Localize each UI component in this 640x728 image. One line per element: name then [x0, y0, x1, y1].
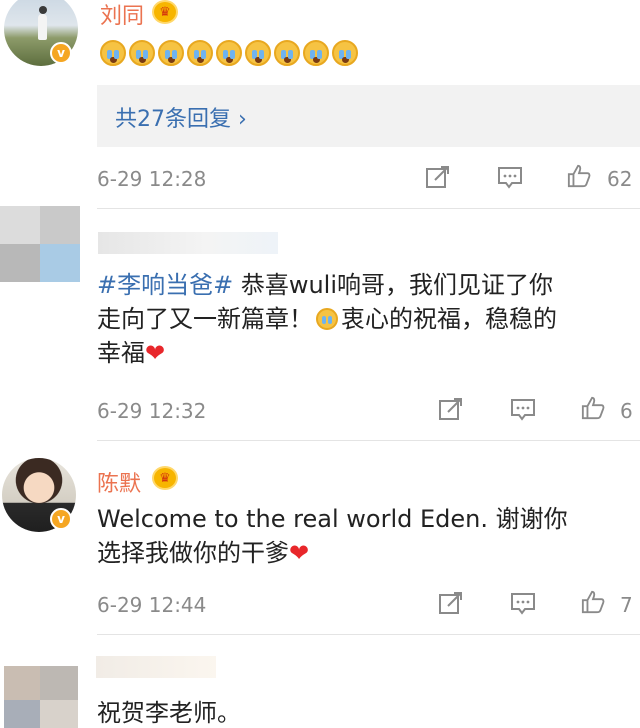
view-replies-button[interactable]: 共27条回复 › — [97, 85, 640, 147]
blurred-avatar-piece — [40, 244, 80, 282]
comment-body: 祝贺李老师。 — [97, 699, 241, 727]
crying-emoji-icon — [158, 40, 184, 66]
verified-badge-icon: v — [50, 508, 72, 530]
comment-body: Welcome to the real world Eden. 谢谢你 选择我做… — [97, 505, 568, 567]
crying-emoji-icon — [129, 40, 155, 66]
blurred-avatar-piece — [4, 700, 40, 728]
comment-timestamp: 6-29 12:44 — [97, 593, 207, 617]
comment-username[interactable]: 陈默 — [97, 466, 141, 498]
comment-timestamp: 6-29 12:28 — [97, 167, 207, 191]
crown-badge-icon: ♛ — [152, 466, 178, 490]
comment-divider — [97, 208, 640, 209]
verified-badge-icon: v — [50, 42, 72, 64]
crying-emoji-icon — [303, 40, 329, 66]
comment-divider — [97, 634, 640, 635]
crying-emoji-row — [100, 40, 358, 66]
crying-emoji-icon — [216, 40, 242, 66]
thumbs-up-icon[interactable] — [566, 164, 592, 188]
avatar-figure-body — [38, 14, 47, 40]
comment-divider — [97, 440, 640, 441]
avatar-figure-head — [39, 6, 47, 14]
crying-emoji-icon — [245, 40, 271, 66]
crying-emoji-icon — [187, 40, 213, 66]
share-icon[interactable] — [425, 166, 451, 190]
crying-emoji-icon — [100, 40, 126, 66]
comment-username[interactable]: 刘同 — [100, 0, 144, 30]
blurred-username — [98, 232, 278, 254]
blurred-username — [96, 656, 216, 678]
like-count: 7 — [620, 593, 633, 617]
thumbs-up-icon[interactable] — [580, 396, 606, 420]
comment-icon[interactable] — [510, 398, 536, 422]
blurred-avatar-piece — [40, 700, 78, 728]
blurred-avatar-piece — [0, 244, 40, 282]
share-icon[interactable] — [438, 592, 464, 616]
comment-icon[interactable] — [510, 592, 536, 616]
blurred-avatar-piece — [4, 666, 40, 700]
chevron-right-icon: › — [238, 107, 247, 132]
crying-emoji-icon — [316, 308, 338, 330]
heart-icon: ❤ — [145, 339, 166, 367]
thumbs-up-icon[interactable] — [580, 590, 606, 614]
hashtag-link[interactable]: #李响当爸# — [97, 271, 233, 299]
comment-timestamp: 6-29 12:32 — [97, 399, 207, 423]
comment-body: #李响当爸# 恭喜wuli响哥，我们见证了你 走向了又一新篇章！ 衷心的祝福，稳稳… — [97, 271, 557, 367]
crown-badge-icon: ♛ — [152, 0, 178, 24]
share-icon[interactable] — [438, 398, 464, 422]
blurred-avatar-piece — [0, 206, 40, 244]
like-count: 6 — [620, 399, 633, 423]
heart-icon: ❤ — [289, 539, 310, 567]
replies-count-label: 共27条回复 › — [115, 107, 247, 132]
crying-emoji-icon — [332, 40, 358, 66]
comment-icon[interactable] — [497, 166, 523, 190]
crying-emoji-icon — [274, 40, 300, 66]
blurred-avatar-piece — [40, 206, 80, 244]
blurred-avatar-piece — [40, 666, 78, 700]
like-count: 62 — [607, 167, 633, 191]
